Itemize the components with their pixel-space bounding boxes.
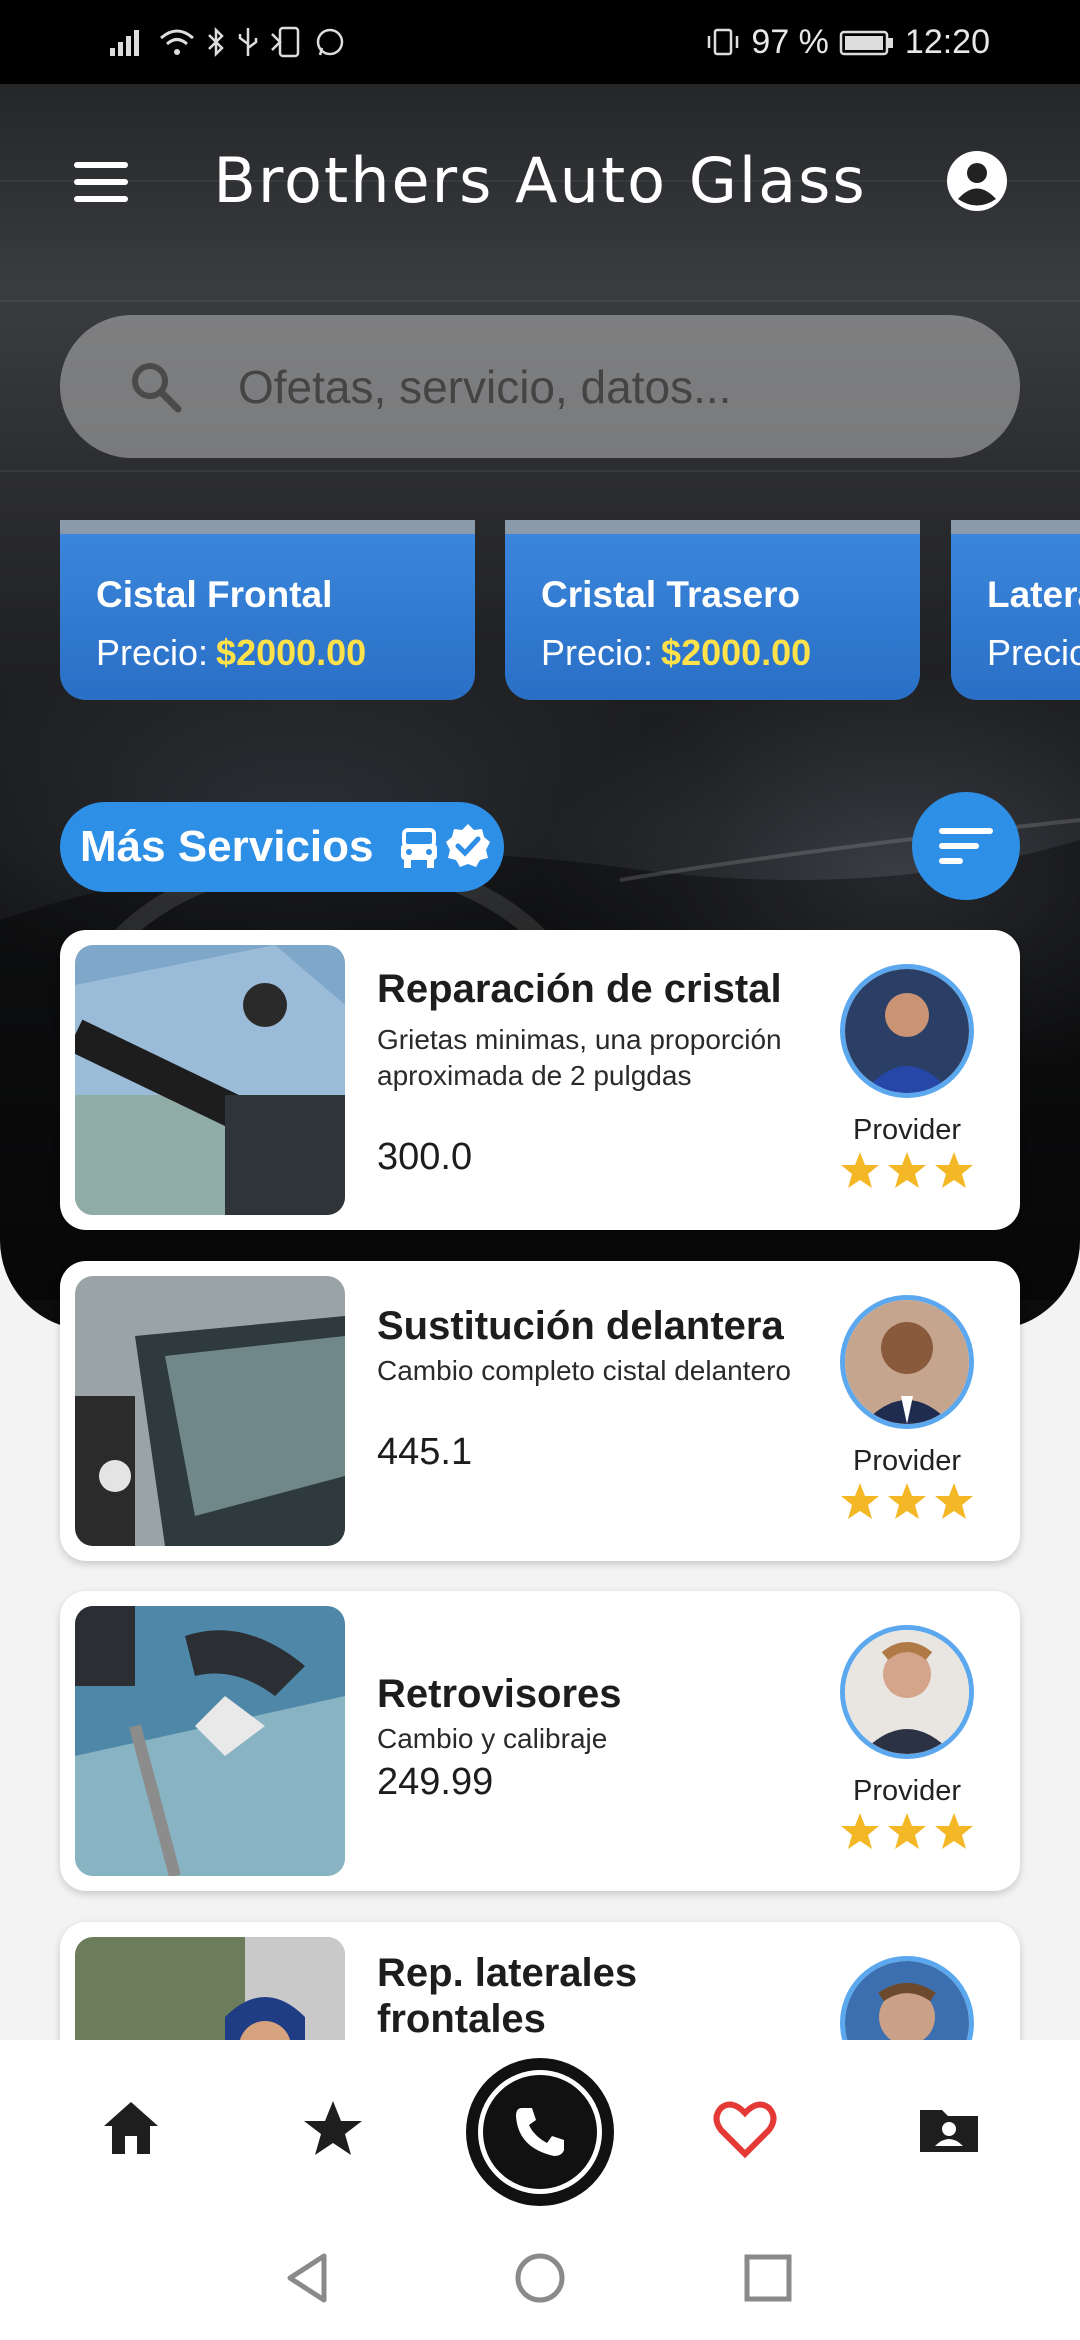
heart-icon[interactable] xyxy=(712,2096,778,2162)
provider-avatar xyxy=(840,1956,974,2040)
star-icon xyxy=(841,1152,879,1188)
service-description: Grietas minimas, una proporción aproxima… xyxy=(377,1024,782,1091)
clock: 12:20 xyxy=(904,22,990,61)
rating-stars xyxy=(840,1150,974,1190)
service-description: Cambio y calibraje xyxy=(377,1723,608,1754)
offer-card[interactable]: Cistal Frontal Precio: $2000.00 xyxy=(60,520,475,700)
service-card[interactable]: Retrovisores Cambio y calibraje 249.99 P… xyxy=(60,1591,1020,1891)
whatsapp-icon xyxy=(316,28,344,56)
offer-card[interactable]: Latera Precio xyxy=(951,520,1080,700)
status-bar: 97 % 12:20 xyxy=(0,0,1080,84)
offers-carousel[interactable]: Cistal Frontal Precio: $2000.00 Cristal T… xyxy=(0,520,1080,700)
offer-price-label: Precio xyxy=(987,632,1080,673)
service-title: Sustitución delantera xyxy=(377,1304,784,1348)
recents-icon[interactable] xyxy=(738,2248,798,2308)
bluetooth-icon xyxy=(208,26,224,58)
service-thumbnail xyxy=(75,1606,345,1876)
star-icon xyxy=(935,1152,973,1188)
search-input[interactable] xyxy=(238,347,978,427)
service-title: Reparación de cristal xyxy=(377,967,782,1011)
service-description: Cambio completo cistal delantero xyxy=(377,1355,791,1386)
provider-avatar xyxy=(840,1625,974,1759)
rating-stars xyxy=(840,1811,974,1851)
service-price: 445.1 xyxy=(377,1431,473,1473)
status-icons-right: 97 % 12:20 xyxy=(705,23,990,62)
wifi-icon xyxy=(160,29,194,55)
provider-avatar xyxy=(840,964,974,1098)
service-card[interactable]: Sustitución delantera Cambio completo ci… xyxy=(60,1261,1020,1561)
star-icon xyxy=(841,1483,879,1519)
service-price: 300.0 xyxy=(377,1136,473,1178)
usb-icon xyxy=(238,28,258,56)
provider-label: Provider xyxy=(853,1775,961,1807)
star-icon[interactable] xyxy=(300,2096,366,2162)
system-navigation-bar xyxy=(0,2220,1080,2340)
bottom-navigation xyxy=(0,2040,1080,2220)
offer-price: $2000.00 xyxy=(661,632,812,673)
phone-data-icon xyxy=(271,26,300,58)
search-icon xyxy=(132,363,182,413)
services-list[interactable]: Reparación de cristal Grietas minimas, u… xyxy=(0,930,1080,2040)
service-thumbnail xyxy=(75,1276,345,1546)
app-header: Brothers Auto Glass xyxy=(0,130,1080,230)
back-icon[interactable] xyxy=(280,2248,340,2308)
sort-filter-button[interactable] xyxy=(912,792,1020,900)
status-icons-left xyxy=(108,26,346,58)
service-thumbnail xyxy=(75,1937,345,2040)
home-icon[interactable] xyxy=(98,2096,164,2162)
call-button[interactable] xyxy=(466,2058,614,2206)
search-bar[interactable] xyxy=(60,315,1020,458)
app-title: Brothers Auto Glass xyxy=(213,144,867,217)
provider-avatar xyxy=(840,1295,974,1429)
provider-label: Provider xyxy=(853,1114,961,1146)
offer-price-label: Precio: xyxy=(96,632,209,673)
service-thumbnail xyxy=(75,945,345,1215)
service-card[interactable]: Reparación de cristal Grietas minimas, u… xyxy=(60,930,1020,1230)
offer-name: Cristal Trasero xyxy=(541,574,801,615)
vibrate-icon xyxy=(708,28,739,56)
service-title: Rep. laterales frontales xyxy=(377,1951,638,2040)
offer-name: Latera xyxy=(987,574,1080,615)
battery-icon xyxy=(839,30,893,56)
star-icon xyxy=(888,1152,926,1188)
signal-icon xyxy=(110,30,139,56)
service-title: Retrovisores xyxy=(377,1672,622,1716)
provider-label: Provider xyxy=(853,1445,961,1477)
car-icon xyxy=(401,828,437,868)
section-title: Más Servicios xyxy=(80,822,374,871)
phone-icon xyxy=(516,2108,564,2156)
rating-stars xyxy=(840,1481,974,1521)
service-price: 249.99 xyxy=(377,1761,494,1803)
offer-price-label: Precio: xyxy=(541,632,654,673)
battery-percent: 97 % xyxy=(751,22,829,61)
offer-card[interactable]: Cristal Trasero Precio: $2000.00 xyxy=(505,520,920,700)
star-icon xyxy=(888,1483,926,1519)
account-circle-icon[interactable] xyxy=(946,150,1008,212)
offer-price: $2000.00 xyxy=(216,632,367,673)
more-services-chip[interactable]: Más Servicios xyxy=(60,802,504,892)
star-icon xyxy=(935,1813,973,1849)
star-icon xyxy=(888,1813,926,1849)
home-circle-icon[interactable] xyxy=(510,2248,570,2308)
star-icon xyxy=(841,1813,879,1849)
verified-icon xyxy=(446,824,490,867)
offer-name: Cistal Frontal xyxy=(96,574,333,615)
star-icon xyxy=(935,1483,973,1519)
service-card[interactable]: Rep. laterales frontales xyxy=(60,1922,1020,2040)
contact-folder-icon[interactable] xyxy=(916,2096,982,2162)
